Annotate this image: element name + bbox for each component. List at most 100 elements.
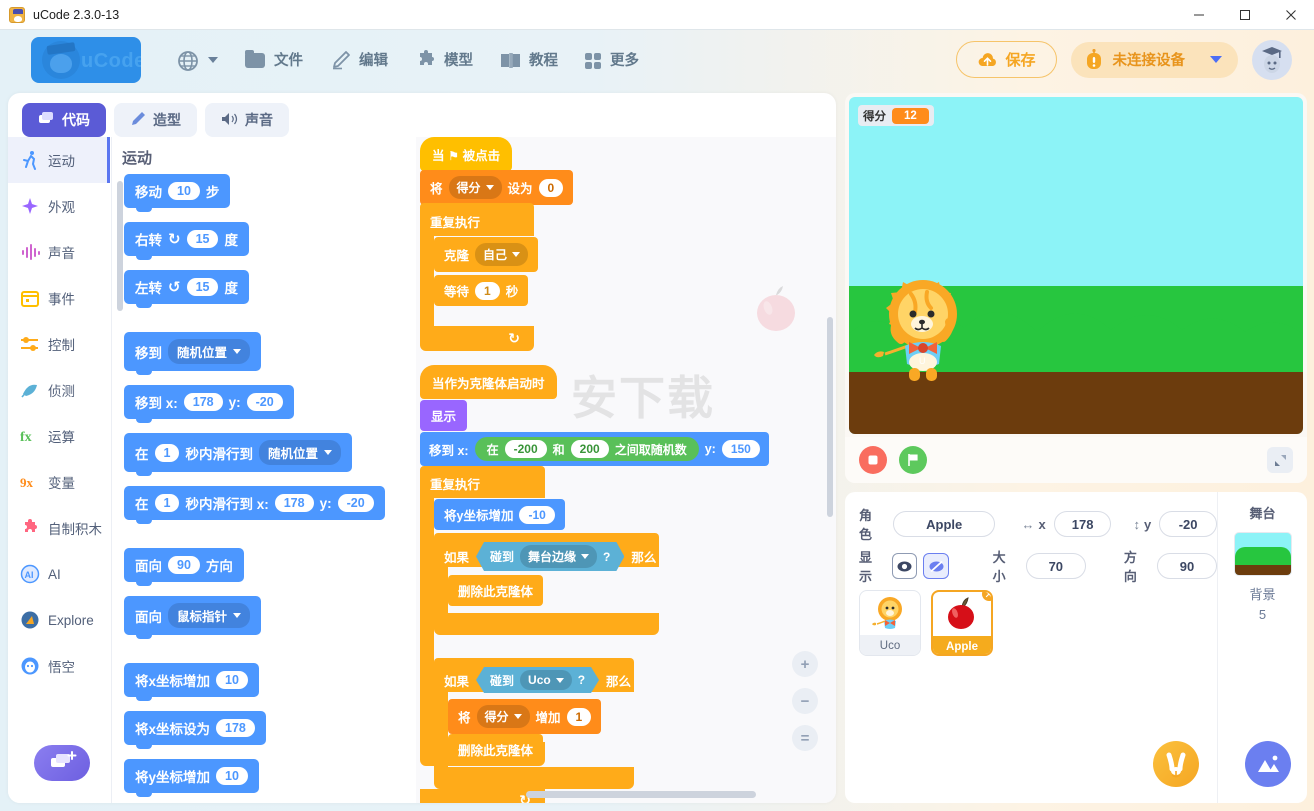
- palette-scrollbar[interactable]: [117, 181, 123, 311]
- palette-block-set-x[interactable]: 将x坐标设为 178: [124, 711, 266, 749]
- block-input-x[interactable]: 178: [183, 393, 223, 411]
- block-input[interactable]: 178: [216, 719, 255, 737]
- block-wait-seconds[interactable]: 等待 1 秒: [434, 275, 529, 306]
- tab-costume[interactable]: 造型: [114, 103, 197, 137]
- block-input[interactable]: 90: [168, 556, 200, 574]
- block-input[interactable]: 1: [154, 494, 180, 512]
- add-backdrop-button[interactable]: [1245, 741, 1291, 787]
- block-input[interactable]: 15: [186, 230, 219, 248]
- maximize-button[interactable]: [1222, 0, 1268, 30]
- variable-dropdown-2[interactable]: 得分: [476, 705, 530, 728]
- palette-block-move[interactable]: 移动 10 步: [124, 174, 231, 212]
- save-button[interactable]: 保存: [956, 41, 1057, 78]
- block-when-flag-clicked[interactable]: 当 ⚑ 被点击: [420, 137, 513, 171]
- nav-language[interactable]: [165, 43, 230, 77]
- block-goto-xy[interactable]: 移到 x: 在 -200 和 200 之间取随机数 y: 150: [420, 432, 769, 466]
- nav-model[interactable]: 模型: [403, 42, 485, 77]
- block-dropdown[interactable]: 随机位置: [258, 440, 341, 465]
- block-input[interactable]: 15: [186, 278, 219, 296]
- avatar[interactable]: [1252, 39, 1292, 80]
- palette-block-point-direction[interactable]: 面向 90 方向: [124, 548, 244, 586]
- add-extension-button[interactable]: [34, 745, 90, 781]
- size-input[interactable]: 70: [1025, 553, 1086, 579]
- block-when-clone-start[interactable]: 当作为克隆体启动时: [420, 365, 557, 399]
- sidebar-item-operators[interactable]: fx 运算: [8, 413, 110, 459]
- block-change-variable[interactable]: 将 得分 增加 1: [448, 699, 602, 734]
- sidebar-item-sensing[interactable]: 侦测: [8, 367, 110, 413]
- random-to-input[interactable]: 200: [570, 440, 609, 458]
- hide-sprite-button[interactable]: [923, 553, 949, 579]
- goto-y-input[interactable]: 150: [721, 440, 760, 458]
- sidebar-item-control[interactable]: 控制: [8, 321, 110, 367]
- sidebar-item-motion[interactable]: 运动: [8, 137, 110, 183]
- palette-block-glide-xy[interactable]: 在 1 秒内滑行到 x: 178 y: -20: [124, 486, 385, 524]
- y-input[interactable]: -20: [1159, 511, 1217, 537]
- nav-edit[interactable]: 编辑: [318, 42, 400, 77]
- palette-block-goto[interactable]: 移到 随机位置: [124, 332, 262, 375]
- block-input[interactable]: 10: [216, 671, 248, 689]
- palette-block-point-towards[interactable]: 面向 鼠标指针: [124, 596, 262, 639]
- block-input[interactable]: 1: [154, 443, 180, 462]
- stop-button[interactable]: [859, 446, 887, 474]
- sidebar-item-ai[interactable]: AI AI: [8, 551, 110, 597]
- workspace-horizontal-scrollbar[interactable]: [526, 791, 756, 798]
- touching-target-dropdown[interactable]: 舞台边缘: [520, 545, 597, 568]
- sidebar-item-variables[interactable]: 9x 变量: [8, 459, 110, 505]
- block-show[interactable]: 显示: [420, 400, 468, 431]
- change-y-input[interactable]: -10: [519, 505, 555, 524]
- block-touching-1[interactable]: 碰到 舞台边缘 ?: [476, 542, 624, 571]
- zoom-out-button[interactable]: −: [792, 688, 818, 714]
- backdrop-thumbnail[interactable]: [1233, 532, 1292, 576]
- nav-more[interactable]: 更多: [573, 42, 651, 77]
- sidebar-item-explore[interactable]: Explore: [8, 597, 110, 643]
- block-delete-clone-1[interactable]: 删除此克隆体: [448, 575, 544, 606]
- ucode-logo[interactable]: uCode: [31, 36, 141, 83]
- tab-code[interactable]: 代码: [22, 103, 106, 137]
- sidebar-item-sound[interactable]: 声音: [8, 229, 110, 275]
- zoom-reset-button[interactable]: =: [792, 725, 818, 751]
- stage-canvas[interactable]: U 得分 12: [849, 97, 1303, 434]
- sidebar-item-events[interactable]: 事件: [8, 275, 110, 321]
- fullscreen-button[interactable]: [1267, 447, 1293, 473]
- block-input-x[interactable]: 178: [274, 494, 314, 512]
- block-touching-2[interactable]: 碰到 Uco ?: [476, 667, 599, 693]
- script-workspace[interactable]: 安下载 anxz.com 当 ⚑ 被点击 将 得分 设为 0 重复执行: [416, 137, 836, 803]
- sidebar-item-my-blocks[interactable]: 自制积木: [8, 505, 110, 551]
- palette-block-turn-right[interactable]: 右转 ↻ 15 度: [124, 222, 249, 260]
- minimize-button[interactable]: [1176, 0, 1222, 30]
- nav-tutorial[interactable]: 教程: [488, 42, 570, 77]
- sidebar-item-looks[interactable]: 外观: [8, 183, 110, 229]
- block-input-y[interactable]: -20: [337, 494, 374, 512]
- block-change-y[interactable]: 将y坐标增加 -10: [434, 499, 565, 530]
- block-repeat-forever-2[interactable]: 重复执行: [420, 466, 545, 498]
- direction-input[interactable]: 90: [1156, 553, 1218, 579]
- lion-sprite[interactable]: U: [871, 274, 975, 382]
- palette-block-turn-left[interactable]: 左转 ↺ 15 度: [124, 270, 249, 308]
- workspace-vertical-scrollbar[interactable]: [827, 317, 833, 517]
- sprite-item-uco[interactable]: Uco: [859, 590, 921, 656]
- show-sprite-button[interactable]: [892, 553, 918, 579]
- palette-block-change-x[interactable]: 将x坐标增加 10: [124, 663, 259, 701]
- block-pick-random[interactable]: 在 -200 和 200 之间取随机数: [474, 437, 699, 461]
- device-status-button[interactable]: 未连接设备: [1070, 41, 1238, 78]
- block-input[interactable]: 10: [168, 182, 200, 200]
- block-dropdown[interactable]: 鼠标指针: [168, 603, 251, 628]
- nav-file[interactable]: 文件: [233, 42, 315, 77]
- green-flag-button[interactable]: [899, 446, 927, 474]
- variable-value-input[interactable]: 0: [538, 178, 564, 197]
- palette-block-goto-xy[interactable]: 移到 x: 178 y: -20: [124, 385, 294, 423]
- clone-target-dropdown[interactable]: 自己: [475, 243, 529, 266]
- sprite-item-apple[interactable]: Apple ✕: [931, 590, 993, 656]
- random-from-input[interactable]: -200: [504, 440, 547, 458]
- score-monitor[interactable]: 得分 12: [858, 105, 934, 126]
- block-input[interactable]: 10: [216, 767, 248, 785]
- x-input[interactable]: 178: [1053, 511, 1112, 537]
- touching-target-dropdown-2[interactable]: Uco: [520, 670, 572, 690]
- block-set-variable[interactable]: 将 得分 设为 0: [420, 170, 574, 205]
- add-sprite-button[interactable]: [1153, 741, 1199, 787]
- block-create-clone[interactable]: 克隆 自己: [434, 237, 539, 272]
- block-delete-clone-2[interactable]: 删除此克隆体: [448, 734, 544, 765]
- palette-block-glide-to[interactable]: 在 1 秒内滑行到 随机位置: [124, 433, 352, 476]
- variable-dropdown[interactable]: 得分: [448, 176, 502, 199]
- block-palette[interactable]: 运动 移动 10 步 右转 ↻ 15 度 左转 ↺ 15 度 移到 随机位置 移…: [111, 137, 416, 803]
